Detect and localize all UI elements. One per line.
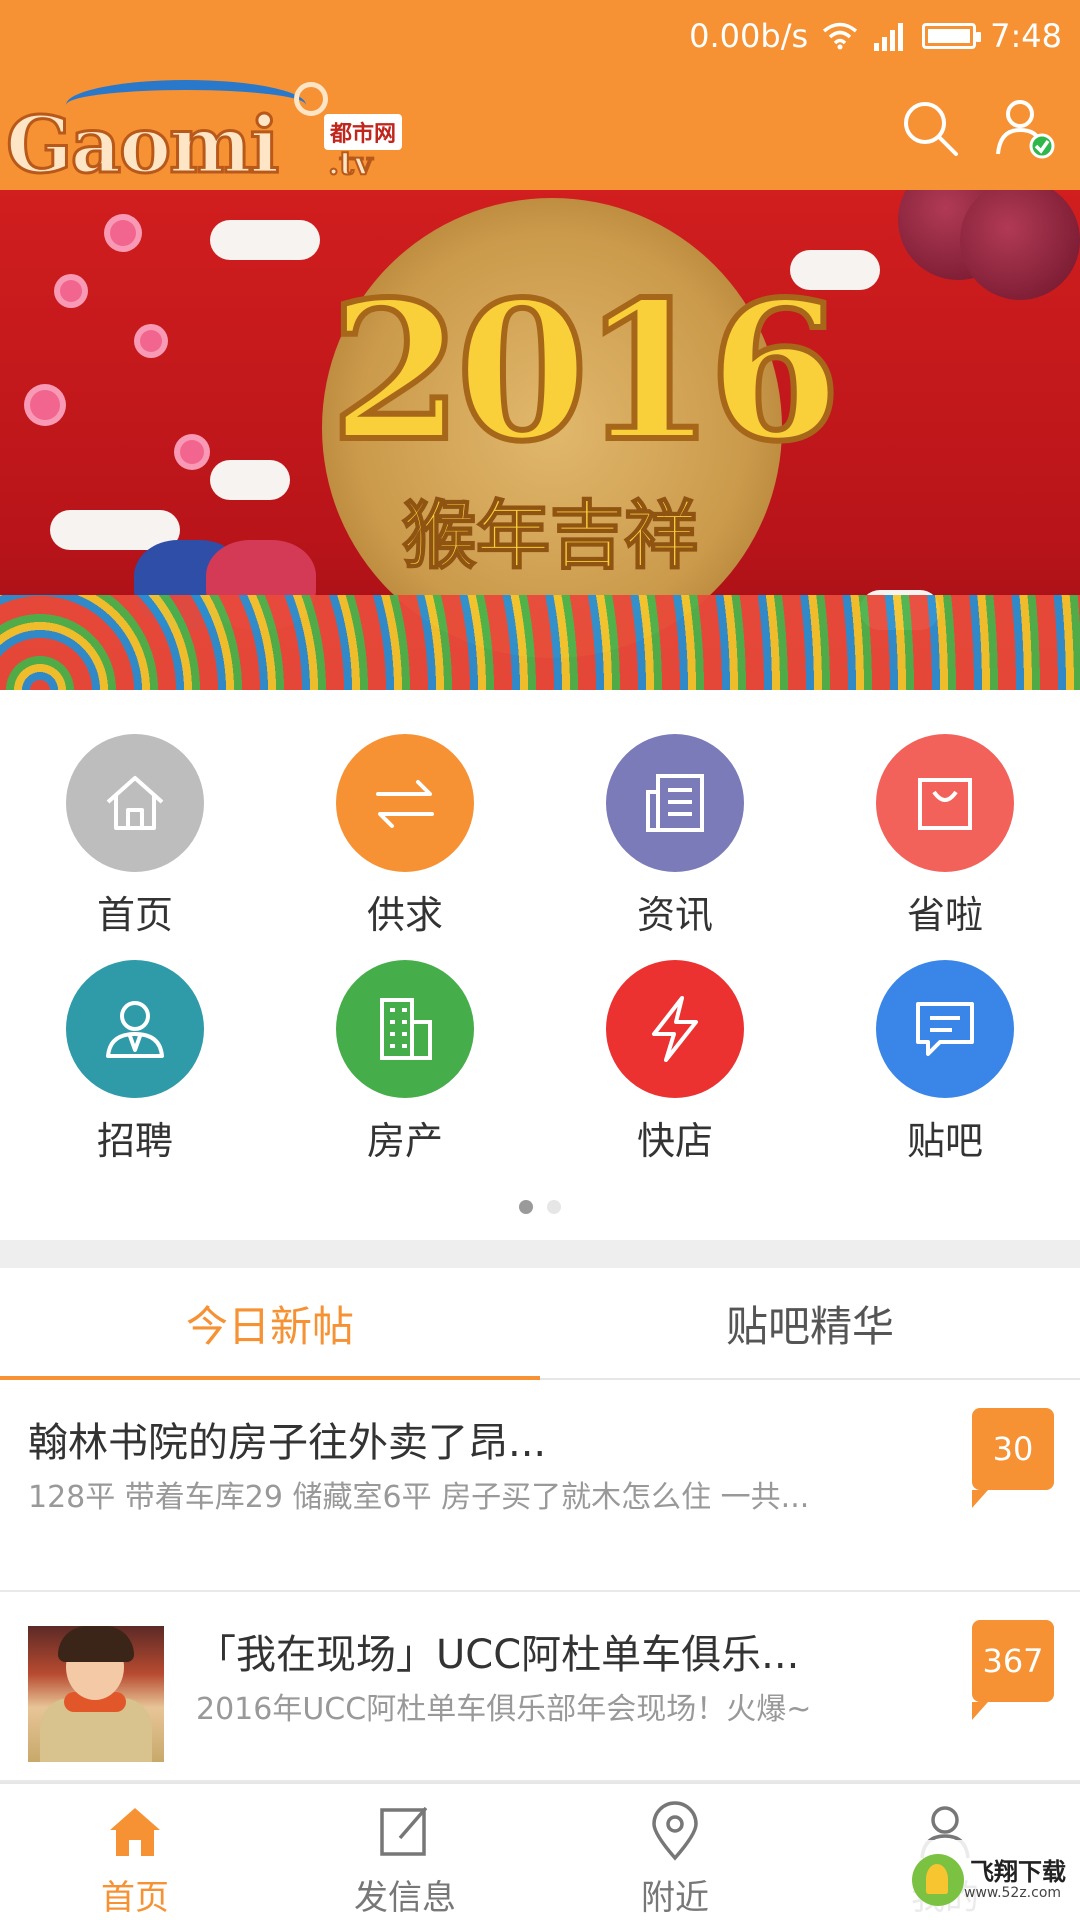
reply-count: 367 <box>982 1642 1044 1680</box>
blossom-decoration <box>60 280 82 302</box>
reply-count-badge: 30 <box>972 1408 1054 1508</box>
chat-icon <box>916 1002 974 1056</box>
watermark-logo-icon <box>912 1854 964 1906</box>
grid-item-circle <box>876 734 1014 872</box>
nav-label: 发信息 <box>354 1878 456 1918</box>
tab-today-posts[interactable]: 今日新帖 <box>0 1268 540 1380</box>
grid-item-forum[interactable]: 贴吧 <box>810 960 1080 1180</box>
lantern-decoration <box>960 190 1080 300</box>
building-icon <box>380 998 432 1060</box>
news-icon <box>646 774 704 832</box>
grid-item-circle <box>336 734 474 872</box>
post-thumbnail <box>28 1626 164 1762</box>
banner-slogan: 猴年吉祥 <box>401 492 699 580</box>
status-bar: 0.00b/s 7:48 <box>689 14 1062 58</box>
nav-home[interactable]: 首页 <box>0 1784 270 1920</box>
logo-word: Gaomi <box>4 99 280 193</box>
post-excerpt: 2016年UCC阿杜单车俱乐部年会现场！火爆~ <box>196 1692 812 1727</box>
grid-item-label: 快店 <box>636 1119 713 1163</box>
grid-item-circle <box>336 960 474 1098</box>
page-indicator <box>0 1200 1080 1214</box>
reply-count-badge: 367 <box>972 1620 1054 1720</box>
grid-item-savings[interactable]: 省啦 <box>810 734 1080 954</box>
blossom-decoration <box>30 390 60 420</box>
grid-item-label: 贴吧 <box>906 1119 983 1163</box>
grid-item-real-estate[interactable]: 房产 <box>270 960 540 1180</box>
exchange-icon <box>376 780 434 828</box>
grid-item-label: 供求 <box>366 893 443 937</box>
page-dot[interactable] <box>547 1200 561 1214</box>
feed-tabs: 今日新帖 贴吧精华 <box>0 1268 1080 1380</box>
banner-year: 2016 <box>327 257 844 486</box>
grid-item-circle <box>606 734 744 872</box>
feature-grid: 首页 供求 资讯 省啦招聘 房产 快店 贴吧 <box>0 690 1080 1214</box>
watermark-title: 飞翔下载 <box>970 1858 1066 1886</box>
page-dot[interactable] <box>519 1200 533 1214</box>
download-site-watermark: 飞翔下载 www.52z.com <box>904 1840 1080 1920</box>
grid-item-circle <box>606 960 744 1098</box>
grid-item-label: 招聘 <box>96 1119 173 1163</box>
tab-featured[interactable]: 贴吧精华 <box>540 1268 1080 1378</box>
list-item[interactable]: 翰林书院的房子往外卖了昂... 128平 带着车库29 储藏室6平 房子买了就木… <box>0 1380 1080 1592</box>
blossom-decoration <box>110 220 136 246</box>
gaomi-logo[interactable]: Gaomi 都市网 .tv <box>4 78 416 193</box>
logo-tld: .tv <box>327 143 373 183</box>
nav-nearby[interactable]: 附近 <box>540 1784 810 1920</box>
post-title: 「我在现场」UCC阿杜单车俱乐... <box>196 1632 800 1678</box>
logo-sun <box>294 82 328 116</box>
nav-post[interactable]: 发信息 <box>270 1784 540 1920</box>
clock: 7:48 <box>990 17 1062 55</box>
grid-item-label: 省啦 <box>906 893 983 937</box>
signal-icon <box>874 23 904 51</box>
grid-item-quick-shop[interactable]: 快店 <box>540 960 810 1180</box>
grid-item-circle <box>66 960 204 1098</box>
reply-count: 30 <box>992 1430 1034 1468</box>
grid-item-label: 房产 <box>366 1119 443 1163</box>
grid-item-label: 首页 <box>96 893 173 937</box>
grid-item-jobs[interactable]: 招聘 <box>0 960 270 1180</box>
blossom-decoration <box>180 440 204 464</box>
wave-pattern <box>0 595 1080 690</box>
grid-item-home[interactable]: 首页 <box>0 734 270 954</box>
nav-label: 首页 <box>101 1878 169 1918</box>
section-divider <box>0 1240 1080 1268</box>
person-icon <box>106 1001 164 1058</box>
cloud-decoration <box>210 460 290 500</box>
blossom-decoration <box>140 330 162 352</box>
lightning-icon <box>652 996 698 1062</box>
battery-icon <box>922 23 982 49</box>
watermark-url: www.52z.com <box>964 1885 1062 1901</box>
list-item[interactable]: 「我在现场」UCC阿杜单车俱乐... 2016年UCC阿杜单车俱乐部年会现场！火… <box>0 1592 1080 1782</box>
post-excerpt: 128平 带着车库29 储藏室6平 房子买了就木怎么住 一共... <box>28 1480 810 1515</box>
nav-label: 附近 <box>641 1878 709 1918</box>
user-verified-icon[interactable] <box>992 96 1056 160</box>
grid-item-news[interactable]: 资讯 <box>540 734 810 954</box>
home-icon <box>110 1808 160 1856</box>
location-pin-icon <box>652 1801 698 1861</box>
search-icon[interactable] <box>898 96 962 160</box>
wifi-icon <box>823 22 858 50</box>
grid-item-supply-demand[interactable]: 供求 <box>270 734 540 954</box>
grid-item-label: 资讯 <box>636 893 713 937</box>
cloud-decoration <box>210 220 320 260</box>
promo-banner[interactable]: 2016 猴年吉祥 <box>0 190 1080 690</box>
home-icon <box>106 776 164 830</box>
grid-item-circle <box>876 960 1014 1098</box>
network-speed: 0.00b/s <box>689 17 809 55</box>
compose-icon <box>380 1806 428 1856</box>
post-title: 翰林书院的房子往外卖了昂... <box>28 1420 547 1466</box>
app-header: 0.00b/s 7:48 Gaomi 都市网 .tv <box>0 0 1080 193</box>
grid-item-circle <box>66 734 204 872</box>
shopping-bag-icon <box>918 778 972 830</box>
